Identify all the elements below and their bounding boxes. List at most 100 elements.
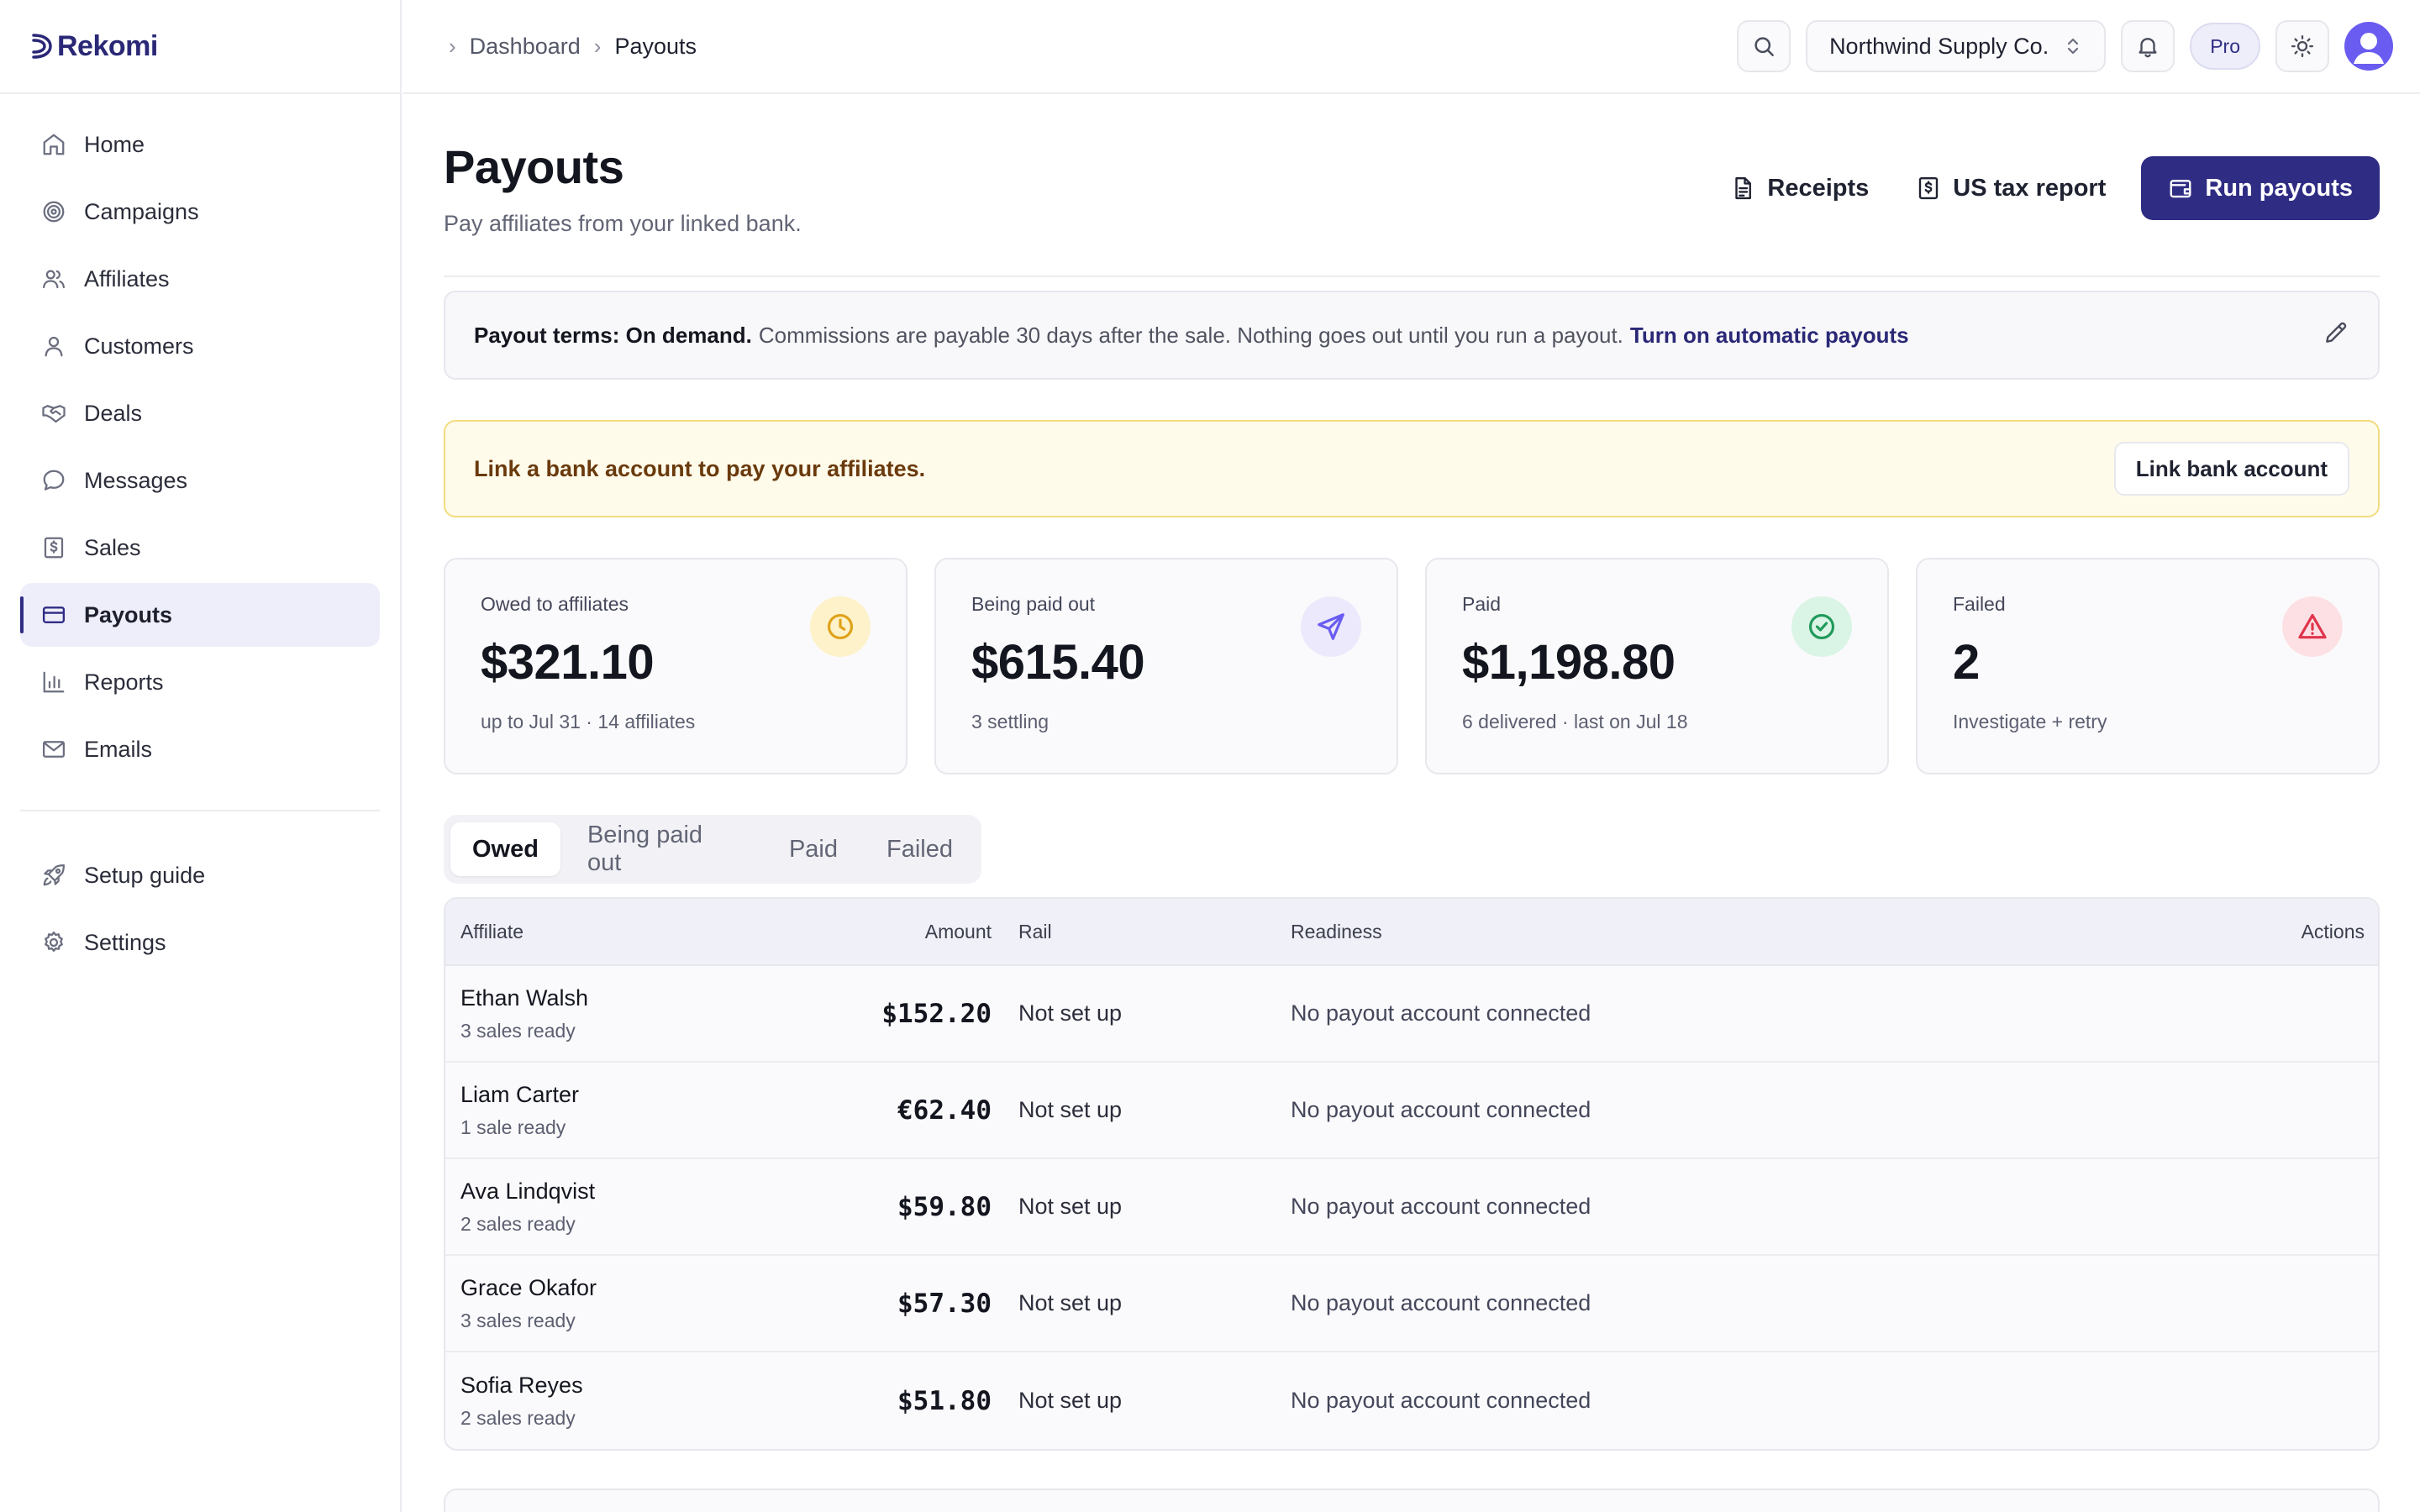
sidebar-item-label: Sales xyxy=(84,534,141,560)
readiness-cell: No payout account connected xyxy=(1291,1000,1591,1026)
tab-owed[interactable]: Owed xyxy=(450,822,560,876)
search-icon xyxy=(1754,37,1774,56)
link-bank-alert: Link a bank account to pay your affiliat… xyxy=(444,420,2380,517)
link-bank-account-button[interactable]: Link bank account xyxy=(2113,442,2349,496)
rocket-icon xyxy=(40,862,67,889)
mail-icon xyxy=(40,736,67,763)
sun-icon xyxy=(2291,34,2314,58)
sidebar-item-setup-guide[interactable]: Setup guide xyxy=(20,843,380,907)
breadcrumb: › Dashboard › Payouts xyxy=(403,34,697,60)
affiliate-name[interactable]: Ethan Walsh xyxy=(460,985,714,1011)
column-header-amount[interactable]: Amount xyxy=(714,921,992,943)
logo-icon xyxy=(32,34,52,59)
brand-name: Rekomi xyxy=(57,29,158,62)
amount-cell: $59.80 xyxy=(897,1191,992,1222)
sidebar-item-emails[interactable]: Emails xyxy=(20,717,380,781)
run-payouts-button[interactable]: Run payouts xyxy=(2141,156,2380,220)
rail-cell: Not set up xyxy=(1018,1388,1123,1413)
rail-cell: Not set up xyxy=(1018,1097,1123,1122)
sidebar-item-campaigns[interactable]: Campaigns xyxy=(20,180,380,244)
tab-failed[interactable]: Failed xyxy=(865,822,975,876)
stats-row: Owed to affiliates $321.10 up to Jul 31 … xyxy=(444,558,2380,774)
avatar[interactable] xyxy=(2344,22,2393,71)
column-header-rail[interactable]: Rail xyxy=(992,921,1291,943)
affiliate-sales-ready: 2 sales ready xyxy=(460,1406,576,1429)
sidebar-nav: Home Campaigns Affiliates Customers Deal… xyxy=(0,94,400,974)
run-payouts-label: Run payouts xyxy=(2205,174,2353,202)
affiliate-name[interactable]: Ava Lindqvist xyxy=(460,1179,714,1205)
affiliate-name[interactable]: Grace Okafor xyxy=(460,1275,714,1301)
chevron-up-down-icon xyxy=(2068,38,2079,55)
sidebar-item-customers[interactable]: Customers xyxy=(20,314,380,378)
alert-message: Link a bank account to pay your affiliat… xyxy=(474,455,926,481)
notifications-button[interactable] xyxy=(2121,20,2175,72)
sidebar-item-payouts[interactable]: Payouts xyxy=(20,583,380,647)
sidebar-item-label: Setup guide xyxy=(84,862,206,888)
sidebar-item-messages[interactable]: Messages xyxy=(20,449,380,512)
rail-cell: Not set up xyxy=(1018,1194,1123,1219)
table-row[interactable]: Liam Carter 1 sale ready €62.40 Not set … xyxy=(445,1063,2378,1159)
stat-note: up to Jul 31 · 14 affiliates xyxy=(481,711,696,732)
table-row[interactable]: Ava Lindqvist 2 sales ready $59.80 Not s… xyxy=(445,1159,2378,1256)
automatic-payouts-link[interactable]: Turn on automatic payouts xyxy=(1630,323,1909,349)
sidebar-item-label: Affiliates xyxy=(84,265,170,291)
table-row[interactable]: Grace Okafor 3 sales ready $57.30 Not se… xyxy=(445,1256,2378,1352)
send-icon xyxy=(1301,596,1361,657)
home-icon xyxy=(40,131,67,158)
payout-terms-label: Payout terms: On demand. xyxy=(474,322,752,348)
amount-cell: $51.80 xyxy=(897,1385,992,1416)
tab-being-paid-out[interactable]: Being paid out xyxy=(566,822,762,876)
sidebar: Rekomi Home Campaigns Affiliates Custome… xyxy=(0,0,402,1512)
bar-chart-icon xyxy=(40,669,67,696)
sidebar-item-label: Reports xyxy=(84,669,164,695)
stat-card-being-paid-out[interactable]: Being paid out $615.40 3 settling xyxy=(934,558,1398,774)
edit-terms-button[interactable] xyxy=(2323,319,2349,352)
stat-label: Owed to affiliates xyxy=(481,593,629,615)
readiness-cell: No payout account connected xyxy=(1291,1194,1591,1219)
user-icon xyxy=(40,333,67,360)
stat-card-failed[interactable]: Failed 2 Investigate + retry xyxy=(1916,558,2380,774)
payout-terms-banner: Payout terms: On demand. Commissions are… xyxy=(444,291,2380,380)
tab-paid[interactable]: Paid xyxy=(767,822,860,876)
org-switcher[interactable]: Northwind Supply Co. xyxy=(1806,20,2107,72)
receipt-dollar-icon xyxy=(40,534,67,561)
plan-badge[interactable]: Pro xyxy=(2190,23,2260,70)
stat-card-paid[interactable]: Paid $1,198.80 6 delivered · last on Jul… xyxy=(1425,558,1889,774)
org-name: Northwind Supply Co. xyxy=(1829,33,2049,59)
breadcrumb-dashboard[interactable]: Dashboard xyxy=(470,34,581,60)
next-section-card xyxy=(444,1488,2380,1512)
sidebar-item-home[interactable]: Home xyxy=(20,113,380,176)
receipts-label: Receipts xyxy=(1767,174,1870,202)
affiliate-name[interactable]: Liam Carter xyxy=(460,1082,714,1108)
stat-card-owed[interactable]: Owed to affiliates $321.10 up to Jul 31 … xyxy=(444,558,908,774)
sidebar-item-deals[interactable]: Deals xyxy=(20,381,380,445)
handshake-icon xyxy=(40,400,67,427)
brand[interactable]: Rekomi xyxy=(0,0,400,94)
sidebar-item-reports[interactable]: Reports xyxy=(20,650,380,714)
affiliate-sales-ready: 1 sale ready xyxy=(460,1116,566,1138)
column-header-readiness[interactable]: Readiness xyxy=(1291,921,2210,943)
rail-cell: Not set up xyxy=(1018,1290,1123,1315)
search-button[interactable] xyxy=(1737,20,1791,72)
sidebar-item-sales[interactable]: Sales xyxy=(20,516,380,580)
theme-toggle[interactable] xyxy=(2275,20,2329,72)
us-tax-report-label: US tax report xyxy=(1953,174,2107,202)
table-row[interactable]: Sofia Reyes 2 sales ready $51.80 Not set… xyxy=(445,1352,2378,1449)
rail-cell: Not set up xyxy=(1018,1000,1123,1026)
stat-label: Being paid out xyxy=(971,593,1096,615)
chevron-right-icon: › xyxy=(593,33,602,59)
pencil-icon xyxy=(2326,322,2347,343)
main-content: Payouts Pay affiliates from your linked … xyxy=(444,94,2380,1451)
us-tax-report-button[interactable]: US tax report xyxy=(1904,156,2118,220)
sidebar-item-label: Deals xyxy=(84,400,143,426)
sidebar-divider xyxy=(20,810,380,811)
stat-label: Failed xyxy=(1953,593,2006,615)
sidebar-item-settings[interactable]: Settings xyxy=(20,911,380,974)
receipts-button[interactable]: Receipts xyxy=(1718,156,1881,220)
users-icon xyxy=(40,265,67,292)
table-row[interactable]: Ethan Walsh 3 sales ready $152.20 Not se… xyxy=(445,966,2378,1063)
affiliate-name[interactable]: Sofia Reyes xyxy=(460,1373,714,1399)
sidebar-item-affiliates[interactable]: Affiliates xyxy=(20,247,380,311)
column-header-affiliate[interactable]: Affiliate xyxy=(445,921,714,943)
payout-status-tabs: Owed Being paid out Paid Failed xyxy=(444,815,981,884)
